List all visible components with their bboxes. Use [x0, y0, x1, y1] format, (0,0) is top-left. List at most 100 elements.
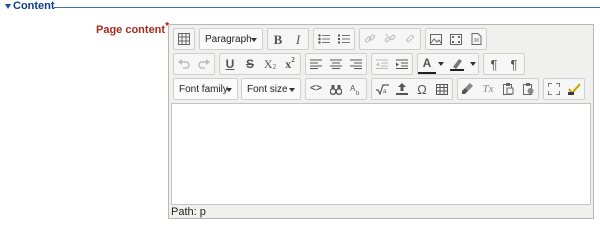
- search-button[interactable]: [326, 79, 346, 99]
- align-center-button[interactable]: [326, 54, 346, 74]
- toolbar-toggle-button[interactable]: [174, 29, 194, 49]
- toolbar-group-lists: [313, 28, 355, 50]
- rtl-button[interactable]: ¶: [504, 54, 524, 74]
- italic-button[interactable]: I: [288, 29, 308, 49]
- section-header[interactable]: Content: [0, 0, 600, 14]
- outdent-icon: [376, 59, 388, 69]
- paragraph-format-value: Paragraph: [205, 33, 252, 45]
- font-family-select[interactable]: Font family: [173, 78, 238, 100]
- font-family-value: Font family: [179, 83, 228, 95]
- toolbar-group-history: [173, 53, 215, 75]
- anchor-button[interactable]: [400, 29, 420, 49]
- toolbar-group-indent: [371, 53, 413, 75]
- equation-button[interactable]: a: [372, 79, 392, 99]
- background-color-dropdown[interactable]: [468, 54, 478, 74]
- clear-formatting-button[interactable]: Tx: [478, 79, 498, 99]
- subscript-icon: X: [263, 57, 273, 71]
- font-size-select[interactable]: Font size: [241, 78, 301, 100]
- rich-text-editor: Paragraph B I U S X 2 x 2 A ¶ ¶ Font fam…: [168, 24, 594, 219]
- align-right-button[interactable]: [346, 54, 366, 74]
- bullet-list-icon: [318, 34, 330, 44]
- numbered-list-button[interactable]: [334, 29, 354, 49]
- toolbar-row-1: Paragraph B I: [171, 28, 591, 50]
- insert-link-button[interactable]: [360, 29, 380, 49]
- bullet-list-button[interactable]: [314, 29, 334, 49]
- redo-button[interactable]: [194, 54, 214, 74]
- toolbar-group-media: [425, 28, 487, 50]
- insert-media-button[interactable]: [446, 29, 466, 49]
- insert-image-button[interactable]: [426, 29, 446, 49]
- replace-button[interactable]: Ab: [346, 79, 366, 99]
- text-color-dropdown[interactable]: [436, 54, 446, 74]
- numbered-list-icon: [338, 34, 350, 44]
- link-icon: [364, 33, 376, 45]
- svg-text:a: a: [383, 89, 387, 95]
- manage-files-button[interactable]: [466, 29, 486, 49]
- strikethrough-button[interactable]: S: [240, 54, 260, 74]
- paste-word-button[interactable]: [518, 79, 538, 99]
- editor-content-area[interactable]: [171, 103, 591, 205]
- toolbar-group-direction: ¶ ¶: [483, 53, 525, 75]
- chevron-down-icon: [251, 38, 257, 42]
- html-source-button[interactable]: <>: [306, 79, 326, 99]
- media-icon: [450, 33, 462, 45]
- subscript-button[interactable]: X2: [260, 54, 280, 74]
- section-divider: [54, 7, 600, 8]
- toolbar-group-bold-italic: B I: [267, 28, 309, 50]
- special-character-button[interactable]: Ω: [412, 79, 432, 99]
- redo-icon: [198, 59, 210, 69]
- font-size-value: Font size: [247, 83, 288, 95]
- chevron-down-icon: [226, 88, 232, 92]
- record-audio-button[interactable]: [392, 79, 412, 99]
- upload-icon: [396, 83, 408, 95]
- paragraph-format-select[interactable]: Paragraph: [199, 28, 263, 50]
- align-right-icon: [350, 59, 362, 69]
- superscript-button[interactable]: x2: [280, 54, 300, 74]
- anchor-link-icon: [404, 33, 416, 45]
- toolbar-row-3: Font family Font size <> Ab a Ω Tx: [171, 78, 591, 100]
- binoculars-icon: [330, 84, 342, 95]
- chevron-down-icon: [438, 62, 444, 66]
- underline-button[interactable]: U: [220, 54, 240, 74]
- toolbar-group-cleanup: Tx: [457, 78, 539, 100]
- undo-icon: [178, 59, 190, 69]
- fullscreen-icon: [548, 83, 560, 95]
- image-icon: [430, 33, 442, 45]
- cleanup-button[interactable]: [458, 79, 478, 99]
- spellcheck-button[interactable]: [564, 79, 584, 99]
- paste-text-button[interactable]: [498, 79, 518, 99]
- toolbar-group-text-style: U S X2 x2: [219, 53, 301, 75]
- text-color-button[interactable]: A: [418, 54, 436, 74]
- toolbar-group-insert: a Ω: [371, 78, 453, 100]
- unlink-button[interactable]: [380, 29, 400, 49]
- toolbar-group-align: [305, 53, 367, 75]
- align-left-icon: [310, 59, 322, 69]
- toolbar-group-links: [359, 28, 421, 50]
- align-center-icon: [330, 59, 342, 69]
- background-color-button[interactable]: [446, 54, 468, 74]
- bold-button[interactable]: B: [268, 29, 288, 49]
- chevron-down-icon: [289, 88, 295, 92]
- spellcheck-icon: [567, 83, 581, 95]
- highlighter-icon: [450, 58, 464, 71]
- indent-button[interactable]: [392, 54, 412, 74]
- square-root-icon: a: [375, 83, 389, 95]
- grid-icon: [178, 33, 190, 45]
- toolbar-group-code-search: <> Ab: [305, 78, 367, 100]
- status-bar-path: Path: p: [171, 206, 206, 218]
- undo-button[interactable]: [174, 54, 194, 74]
- table-button[interactable]: [432, 79, 452, 99]
- section-title: Content: [13, 0, 55, 12]
- svg-text:b: b: [356, 91, 360, 95]
- find-replace-icon: Ab: [350, 83, 362, 95]
- align-left-button[interactable]: [306, 54, 326, 74]
- toolbar-group-colors: A: [417, 53, 479, 75]
- unlink-icon: [384, 33, 396, 45]
- paste-icon: [502, 83, 514, 95]
- outdent-button[interactable]: [372, 54, 392, 74]
- table-icon: [436, 83, 448, 95]
- ltr-button[interactable]: ¶: [484, 54, 504, 74]
- collapse-triangle-icon[interactable]: [5, 4, 11, 9]
- fullscreen-button[interactable]: [544, 79, 564, 99]
- chevron-down-icon: [470, 62, 476, 66]
